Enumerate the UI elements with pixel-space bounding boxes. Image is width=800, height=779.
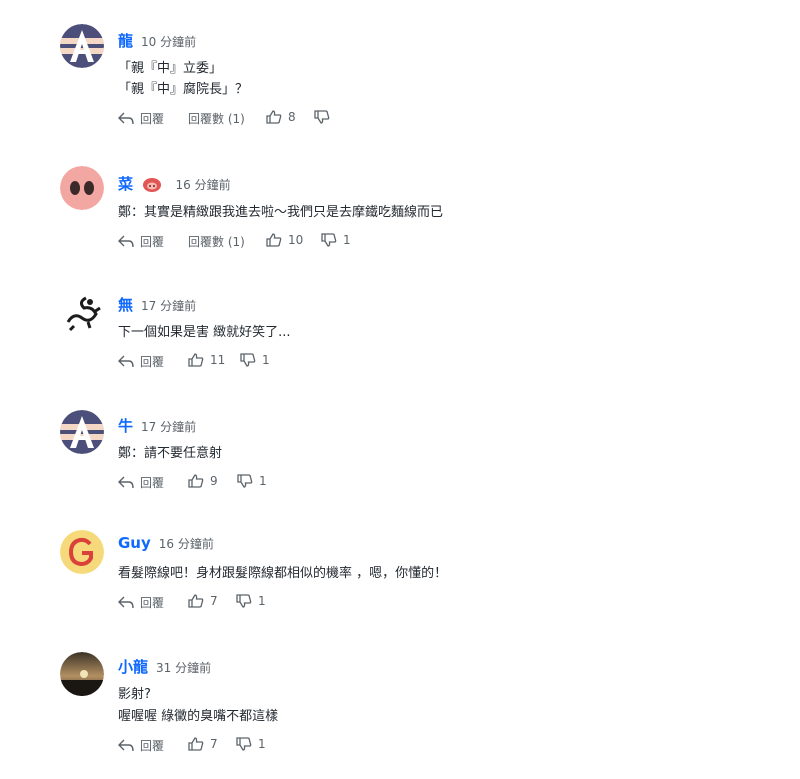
dislike-count: 1 <box>343 233 351 247</box>
like-count: 7 <box>210 737 218 751</box>
avatar[interactable] <box>60 24 104 68</box>
reply-label: 回覆 <box>140 476 165 490</box>
dislike-button[interactable] <box>314 110 336 124</box>
thumbs-up-icon <box>266 110 282 124</box>
comment-author[interactable]: 小龍 31 分鐘前 <box>118 656 211 677</box>
thumbs-up-icon <box>266 233 282 247</box>
like-button[interactable]: 7 <box>188 737 218 751</box>
dislike-button[interactable]: 1 <box>321 233 351 247</box>
thumbs-up-icon <box>188 353 204 367</box>
dislike-count: 1 <box>258 594 266 608</box>
replies-button[interactable]: 回覆數 (1) <box>188 233 245 250</box>
comment-author[interactable]: 無 17 分鐘前 <box>118 294 196 315</box>
replies-label: 回覆數 <box>188 112 225 126</box>
comment-time: 16 分鐘前 <box>158 537 214 551</box>
replies-count: (1) <box>227 234 245 249</box>
comment-text-line: 鄭：請不要任意射 <box>118 446 223 461</box>
like-count: 8 <box>288 110 296 124</box>
dislike-button[interactable]: 1 <box>240 353 270 367</box>
reply-icon <box>118 476 134 488</box>
reply-button[interactable]: 回覆 <box>118 353 164 370</box>
reply-icon <box>118 235 134 247</box>
comment-text-line: 「親『中』立委」 <box>118 61 223 76</box>
a-logo-icon <box>60 410 104 454</box>
dislike-count: 1 <box>258 737 266 751</box>
reply-button[interactable]: 回覆 <box>118 737 164 754</box>
g-letter-icon <box>60 530 104 574</box>
pig-badge-icon <box>143 178 162 192</box>
comment-text-line: 看髮際線吧！身材跟髮際線都相似的機率 ，嗯，你懂的！ <box>118 566 448 581</box>
thumbs-down-icon <box>237 474 253 488</box>
reply-icon <box>118 596 134 608</box>
replies-button[interactable]: 回覆數 (1) <box>188 110 245 127</box>
thumbs-down-icon <box>240 353 256 367</box>
dislike-button[interactable]: 1 <box>236 594 266 608</box>
thumbs-up-icon <box>188 474 204 488</box>
like-button[interactable]: 7 <box>188 594 218 608</box>
comment-time: 17 分鐘前 <box>141 299 197 313</box>
thumbs-up-icon <box>188 737 204 751</box>
comment-author[interactable]: Guy 16 分鐘前 <box>118 534 214 552</box>
replies-count: (1) <box>227 111 245 126</box>
thumbs-up-icon <box>188 594 204 608</box>
reply-button[interactable]: 回覆 <box>118 594 164 611</box>
comment-text-line: 鄭：其實是精緻跟我進去啦～我們只是去摩鐵吃麵線而已 <box>118 205 444 220</box>
comment-author[interactable]: 牛 17 分鐘前 <box>118 415 196 436</box>
dislike-count: 1 <box>259 474 267 488</box>
reply-button[interactable]: 回覆 <box>118 233 164 250</box>
dislike-button[interactable]: 1 <box>237 474 267 488</box>
thumbs-down-icon <box>321 233 337 247</box>
like-button[interactable]: 9 <box>188 474 218 488</box>
like-count: 7 <box>210 594 218 608</box>
sunset-photo-icon <box>60 652 104 696</box>
reply-icon <box>118 355 134 367</box>
reply-button[interactable]: 回覆 <box>118 110 164 127</box>
avatar[interactable] <box>60 292 104 336</box>
comment-time: 31 分鐘前 <box>156 661 212 675</box>
comment-author[interactable]: 菜 16 分鐘前 <box>118 173 231 194</box>
reply-icon <box>118 739 134 751</box>
like-button[interactable]: 8 <box>266 110 296 124</box>
avatar[interactable] <box>60 652 104 696</box>
comment-time: 10 分鐘前 <box>141 35 197 49</box>
comment-text-line: 影射? <box>118 687 151 702</box>
dislike-count: 1 <box>262 353 270 367</box>
thumbs-down-icon <box>314 110 330 124</box>
like-count: 11 <box>210 353 226 367</box>
a-logo-icon <box>60 24 104 68</box>
reply-icon <box>118 112 134 124</box>
comment-time: 17 分鐘前 <box>141 420 197 434</box>
like-button[interactable]: 10 <box>266 233 303 247</box>
dislike-button[interactable]: 1 <box>236 737 266 751</box>
comment-author[interactable]: 龍 10 分鐘前 <box>118 30 196 51</box>
replies-label: 回覆數 <box>188 235 225 249</box>
reply-label: 回覆 <box>140 739 165 753</box>
comment-time: 16 分鐘前 <box>175 178 231 192</box>
avatar[interactable] <box>60 530 104 574</box>
reply-label: 回覆 <box>140 112 165 126</box>
like-count: 9 <box>210 474 218 488</box>
reply-label: 回覆 <box>140 235 165 249</box>
pig-nose-icon <box>60 166 104 210</box>
reply-label: 回覆 <box>140 355 165 369</box>
like-button[interactable]: 11 <box>188 353 225 367</box>
avatar[interactable] <box>60 166 104 210</box>
thumbs-down-icon <box>236 594 252 608</box>
reply-button[interactable]: 回覆 <box>118 474 164 491</box>
comment-text-line: 「親『中』腐院長」？ <box>118 82 249 97</box>
thumbs-down-icon <box>236 737 252 751</box>
dragon-icon <box>60 292 104 336</box>
comment-text-line: 喔喔喔 綠黴的臭嘴不都這樣 <box>118 709 279 724</box>
comment-text-line: 下一個如果是害 緻就好笑了... <box>118 325 291 340</box>
avatar[interactable] <box>60 410 104 454</box>
reply-label: 回覆 <box>140 596 165 610</box>
like-count: 10 <box>288 233 304 247</box>
